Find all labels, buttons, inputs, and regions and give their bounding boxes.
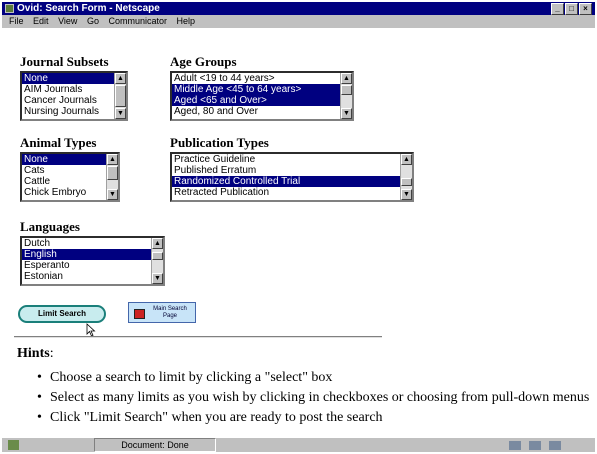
main-search-page-label: Main Search Page (153, 306, 187, 319)
scroll-thumb[interactable] (107, 166, 118, 180)
hint-item: Click "Limit Search" when you are ready … (37, 410, 590, 426)
maximize-button[interactable]: □ (565, 3, 578, 15)
age-groups-heading: Age Groups (170, 54, 237, 69)
status-bar: Document: Done (2, 438, 595, 452)
hints-list: Choose a search to limit by clicking a "… (37, 370, 590, 430)
menu-edit[interactable]: Edit (33, 16, 49, 26)
scrollbar[interactable]: ▲ ▼ (106, 154, 118, 200)
menu-file[interactable]: File (9, 16, 24, 26)
hint-item: Select as many limits as you wish by cli… (37, 390, 590, 406)
list-item[interactable]: Estonian (22, 271, 163, 282)
list-item[interactable]: None (22, 73, 126, 84)
scroll-thumb[interactable] (341, 85, 352, 95)
hints-title: Hints (17, 346, 50, 361)
list-item[interactable]: Cats (22, 165, 118, 176)
languages-heading: Languages (20, 219, 80, 234)
scroll-up-arrow-icon[interactable]: ▲ (341, 73, 352, 84)
list-item[interactable]: AIM Journals (22, 84, 126, 95)
languages-listbox[interactable]: Dutch English Esperanto Estonian ▲ ▼ (20, 236, 165, 286)
main-search-page-button[interactable]: Main Search Page (128, 302, 196, 323)
list-item[interactable]: Esperanto (22, 260, 163, 271)
scrollbar[interactable]: ▲ ▼ (340, 73, 352, 119)
hint-item: Choose a search to limit by clicking a "… (37, 370, 590, 386)
age-groups-listbox[interactable]: Adult <19 to 44 years> Middle Age <45 to… (170, 71, 354, 121)
list-item[interactable]: Randomized Controlled Trial (172, 176, 412, 187)
list-item[interactable]: Aged <65 and Over> (172, 95, 352, 106)
scroll-up-arrow-icon[interactable]: ▲ (401, 154, 412, 165)
menu-communicator[interactable]: Communicator (108, 16, 167, 26)
list-item[interactable]: English (22, 249, 163, 260)
window-title: Ovid: Search Form - Netscape (17, 3, 160, 14)
scrollbar[interactable]: ▲ ▼ (114, 73, 126, 119)
list-item[interactable]: Middle Age <45 to 64 years> (172, 84, 352, 95)
animal-types-heading: Animal Types (20, 135, 97, 150)
scrollbar[interactable]: ▲ ▼ (400, 154, 412, 200)
scroll-thumb[interactable] (401, 178, 412, 186)
journal-subsets-heading: Journal Subsets (20, 54, 109, 69)
close-button[interactable]: × (579, 3, 592, 15)
list-item[interactable]: Published Erratum (172, 165, 412, 176)
limit-search-button[interactable]: Limit Search (18, 305, 106, 323)
list-item[interactable]: Practice Guideline (172, 154, 412, 165)
list-item[interactable]: Cancer Journals (22, 95, 126, 106)
mouse-cursor-icon (86, 323, 96, 337)
publication-types-heading: Publication Types (170, 135, 269, 150)
scroll-down-arrow-icon[interactable]: ▼ (115, 108, 126, 119)
list-item[interactable]: None (22, 154, 118, 165)
animal-types-listbox[interactable]: None Cats Cattle Chick Embryo ▲ ▼ (20, 152, 120, 202)
list-item[interactable]: Dutch (22, 238, 163, 249)
scroll-thumb[interactable] (152, 252, 163, 260)
scroll-down-arrow-icon[interactable]: ▼ (401, 189, 412, 200)
netscape-icon (5, 4, 14, 13)
menu-view[interactable]: View (58, 16, 77, 26)
menu-bar: File Edit View Go Communicator Help (2, 15, 595, 28)
menu-help[interactable]: Help (177, 16, 196, 26)
scroll-up-arrow-icon[interactable]: ▲ (115, 73, 126, 84)
list-item[interactable]: Nursing Journals (22, 106, 126, 117)
mail-icon[interactable] (529, 441, 541, 450)
status-text: Document: Done (94, 438, 216, 452)
scroll-up-arrow-icon[interactable]: ▲ (152, 238, 163, 249)
menu-go[interactable]: Go (87, 16, 99, 26)
divider (14, 336, 382, 338)
scroll-thumb[interactable] (115, 85, 126, 107)
journal-subsets-listbox[interactable]: None AIM Journals Cancer Journals Nursin… (20, 71, 128, 121)
publication-types-listbox[interactable]: Practice Guideline Published Erratum Ran… (170, 152, 414, 202)
composer-icon[interactable] (549, 441, 561, 450)
list-item[interactable]: Retracted Publication (172, 187, 412, 198)
list-item[interactable]: Cattle (22, 176, 118, 187)
security-lock-icon[interactable] (8, 440, 19, 450)
minimize-button[interactable]: _ (551, 3, 564, 15)
page-content: Journal Subsets None AIM Journals Cancer… (2, 28, 595, 438)
title-bar: Ovid: Search Form - Netscape _ □ × (2, 2, 595, 15)
component-bar (501, 440, 591, 450)
hints-heading: Hints: (17, 346, 54, 361)
scroll-down-arrow-icon[interactable]: ▼ (152, 273, 163, 284)
scroll-down-arrow-icon[interactable]: ▼ (107, 189, 118, 200)
list-item[interactable]: Aged, 80 and Over (172, 106, 352, 117)
scrollbar[interactable]: ▲ ▼ (151, 238, 163, 284)
navigator-icon[interactable] (509, 441, 521, 450)
scroll-up-arrow-icon[interactable]: ▲ (107, 154, 118, 165)
list-item[interactable]: Adult <19 to 44 years> (172, 73, 352, 84)
list-item[interactable]: Chick Embryo (22, 187, 118, 198)
home-icon (134, 309, 145, 319)
scroll-down-arrow-icon[interactable]: ▼ (341, 108, 352, 119)
